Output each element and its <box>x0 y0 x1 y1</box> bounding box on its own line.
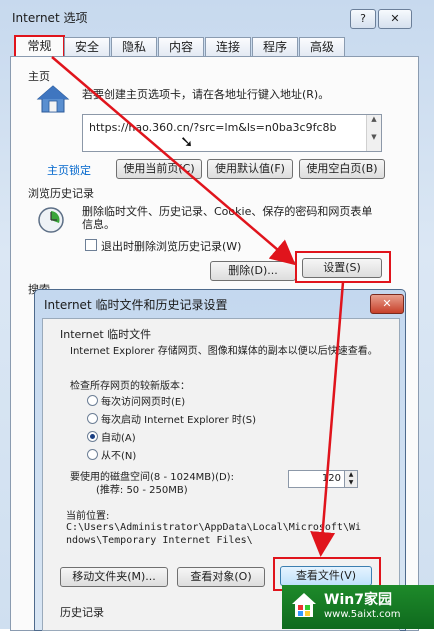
dialog-close-button[interactable]: ✕ <box>370 294 404 314</box>
window-title: Internet 选项 <box>12 11 88 25</box>
help-button[interactable]: ? <box>350 9 376 29</box>
use-blank-button[interactable]: 使用空白页(B) <box>299 159 385 179</box>
temp-files-label: Internet 临时文件 <box>60 328 152 341</box>
tab-content[interactable]: 内容 <box>158 37 204 56</box>
history-section-label: 历史记录 <box>60 606 104 619</box>
radio-every-visit-label: 每次访问网页时(E) <box>101 397 186 408</box>
settings-button[interactable]: 设置(S) <box>302 258 382 278</box>
dialog-title: Internet 临时文件和历史记录设置 <box>44 298 228 312</box>
view-files-button[interactable]: 查看文件(V) <box>280 566 372 586</box>
house-logo-icon <box>290 591 318 619</box>
homepage-url-box[interactable]: https://hao.360.cn/?src=lm&ls=n0ba3c9fc8… <box>82 114 382 152</box>
disk-space-hint: (推荐: 50 - 250MB) <box>96 485 188 496</box>
temp-files-description: Internet Explorer 存储网页、图像和媒体的副本以便以后快速查看。 <box>70 346 378 357</box>
history-description: 删除临时文件、历史记录、Cookie、保存的密码和网页表单信息。 <box>82 205 373 231</box>
watermark-brand: Win7家园 <box>324 592 392 608</box>
watermark-url: www.5aixt.com <box>324 609 401 620</box>
use-default-button[interactable]: 使用默认值(F) <box>207 159 293 179</box>
delete-on-exit-label: 退出时删除浏览历史记录(W) <box>101 240 242 253</box>
tab-privacy[interactable]: 隐私 <box>111 37 157 56</box>
homepage-group-label: 主页 <box>28 70 50 83</box>
clock-history-icon <box>36 205 66 235</box>
tab-advanced[interactable]: 高级 <box>299 37 345 56</box>
mouse-cursor-icon: ➘ <box>180 132 194 151</box>
radio-every-start-label: 每次启动 Internet Explorer 时(S) <box>101 415 257 426</box>
win7-watermark-logo: Win7家园 www.5aixt.com <box>282 585 434 629</box>
radio-never-label: 从不(N) <box>101 451 137 462</box>
use-current-button[interactable]: 使用当前页(C) <box>116 159 202 179</box>
tab-connections[interactable]: 连接 <box>205 37 251 56</box>
homepage-url[interactable]: https://hao.360.cn/?src=lm&ls=n0ba3c9fc8… <box>89 121 337 134</box>
delete-button[interactable]: 删除(D)... <box>210 261 296 281</box>
delete-on-exit-checkbox[interactable] <box>85 239 97 251</box>
radio-never[interactable] <box>87 449 98 460</box>
url-scrollbar[interactable]: ▲ ▼ <box>366 115 381 151</box>
homepage-instruction: 若要创建主页选项卡，请在各地址行键入地址(R)。 <box>82 88 330 101</box>
disk-space-spinner[interactable]: ▲ ▼ <box>344 470 358 488</box>
current-location-path: C:\Users\Administrator\AppData\Local\Mic… <box>66 522 362 546</box>
history-group-label: 浏览历史记录 <box>28 187 94 200</box>
tab-programs[interactable]: 程序 <box>252 37 298 56</box>
radio-automatic-label: 自动(A) <box>101 433 136 444</box>
radio-every-start[interactable] <box>87 413 98 424</box>
radio-every-visit[interactable] <box>87 395 98 406</box>
check-newer-label: 检查所存网页的较新版本： <box>70 381 190 392</box>
internet-options-window: Internet 选项 ? ✕ 常规 安全 隐私 内容 连接 程序 高级 主页 … <box>0 0 434 631</box>
move-folder-button[interactable]: 移动文件夹(M)... <box>60 567 168 587</box>
disk-space-value[interactable]: 120 <box>322 473 341 484</box>
house-icon <box>36 84 70 114</box>
disk-space-input[interactable]: 120 <box>288 470 346 488</box>
tab-security[interactable]: 安全 <box>64 37 110 56</box>
current-location-label: 当前位置: <box>66 511 110 522</box>
view-objects-button[interactable]: 查看对象(O) <box>177 567 265 587</box>
radio-automatic[interactable] <box>87 431 98 442</box>
homepage-lock-link[interactable]: 主页锁定 <box>47 162 91 178</box>
close-button[interactable]: ✕ <box>378 9 412 29</box>
